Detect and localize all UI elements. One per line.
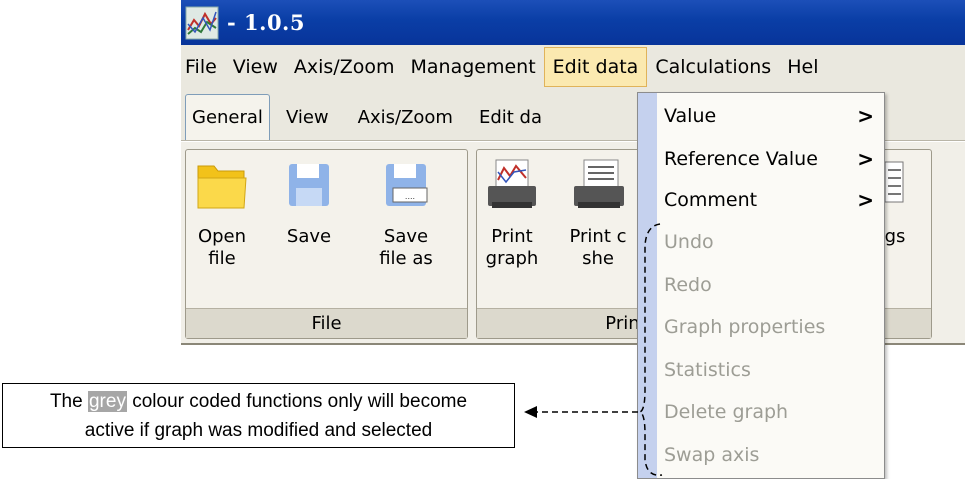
annotation-box: The grey colour coded functions only wil… — [2, 383, 515, 448]
menu-item-delete-graph[interactable]: Delete graph — [664, 396, 876, 428]
menu-item-comment[interactable]: Comment > — [664, 184, 876, 216]
arrow-head-icon — [524, 406, 537, 418]
menu-item-graph-properties[interactable]: Graph properties — [664, 311, 876, 343]
menu-management[interactable]: Management — [403, 47, 544, 87]
menu-item-value-label: Value — [664, 105, 717, 127]
menu-item-delete-graph-label: Delete graph — [664, 401, 789, 423]
window-title: - 1.0.5 — [227, 10, 305, 35]
title-bar: - 1.0.5 — [181, 0, 965, 45]
submenu-arrow-icon: > — [857, 188, 874, 212]
save-icon — [283, 158, 335, 212]
annotation-line-1: The grey colour coded functions only wil… — [3, 387, 514, 416]
menu-item-redo-label: Redo — [664, 274, 712, 296]
print-graph-button[interactable]: Print graph — [483, 158, 541, 270]
menu-help[interactable]: Hel — [779, 47, 826, 87]
menu-axis-zoom[interactable]: Axis/Zoom — [286, 47, 403, 87]
file-group-label: File — [186, 308, 467, 338]
menu-item-undo[interactable]: Undo — [664, 226, 876, 258]
menu-item-statistics-label: Statistics — [664, 359, 751, 381]
tab-axis-zoom[interactable]: Axis/Zoom — [345, 94, 466, 140]
menu-item-graph-properties-label: Graph properties — [664, 316, 826, 338]
tab-edit-data[interactable]: Edit da — [466, 94, 555, 140]
save-file-as-button[interactable]: .... Save file as — [376, 158, 436, 270]
print-sheet-button[interactable]: Print c she — [565, 158, 631, 270]
print-graph-label: Print graph — [485, 226, 539, 269]
grey-highlight: grey — [87, 391, 127, 412]
annotation-text-before: The — [49, 391, 88, 412]
menu-bar: File View Axis/Zoom Management Edit data… — [181, 45, 965, 89]
open-file-label: Open file — [197, 226, 247, 269]
save-label: Save — [286, 226, 332, 247]
tab-general[interactable]: General — [185, 94, 270, 140]
annotation-text-after: colour coded functions only will become — [126, 391, 468, 412]
menu-calculations[interactable]: Calculations — [647, 47, 779, 87]
menu-edit-data[interactable]: Edit data — [543, 47, 648, 87]
tab-view[interactable]: View — [270, 94, 345, 140]
menu-icon-strip — [638, 93, 657, 478]
app-logo-icon[interactable] — [185, 6, 219, 40]
settings-icon — [883, 158, 907, 212]
edit-data-dropdown: Value > Reference Value > Comment > Undo… — [637, 92, 885, 479]
menu-item-comment-label: Comment — [664, 189, 758, 211]
print-sheet-label: Print c she — [569, 226, 627, 269]
submenu-arrow-icon: > — [857, 104, 874, 128]
menu-item-reference-value[interactable]: Reference Value > — [664, 143, 876, 175]
open-file-button[interactable]: Open file — [192, 158, 252, 270]
menu-file[interactable]: File — [181, 47, 225, 87]
menu-item-value[interactable]: Value > — [664, 100, 876, 132]
menu-item-statistics[interactable]: Statistics — [664, 354, 876, 386]
menu-item-swap-axis-label: Swap axis — [664, 444, 760, 466]
save-as-icon: .... — [380, 158, 432, 212]
menu-item-swap-axis[interactable]: Swap axis — [664, 439, 876, 471]
file-group: Open file Save .... Save file as File — [185, 149, 468, 339]
print-graph-icon — [486, 158, 538, 212]
menu-item-undo-label: Undo — [664, 231, 714, 253]
menu-item-reference-value-label: Reference Value — [664, 148, 818, 170]
menu-view[interactable]: View — [225, 47, 286, 87]
menu-item-redo[interactable]: Redo — [664, 269, 876, 301]
svg-text:....: .... — [405, 192, 415, 201]
save-button[interactable]: Save — [282, 158, 336, 248]
save-file-as-label: Save file as — [379, 226, 433, 269]
folder-icon — [196, 158, 248, 212]
print-sheet-icon — [572, 158, 624, 212]
annotation-line-2: active if graph was modified and selecte… — [84, 420, 433, 441]
submenu-arrow-icon: > — [857, 147, 874, 171]
